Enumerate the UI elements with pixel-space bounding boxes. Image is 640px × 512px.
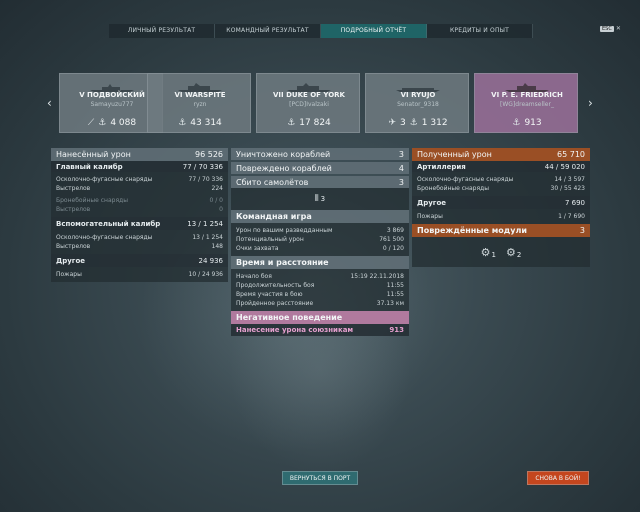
list-item: Бронебойные снаряды 0 / 0 bbox=[51, 196, 228, 205]
other-damage-label: Другое bbox=[56, 256, 86, 265]
damage-received-total: 65 710 bbox=[557, 150, 585, 159]
next-ship-arrow-icon[interactable]: › bbox=[588, 96, 593, 110]
list-item: Выстрелов 224 bbox=[51, 184, 228, 193]
module-count: 1 bbox=[491, 250, 496, 259]
damage-icon: ⚓ bbox=[512, 118, 521, 128]
damage-icon: ⚓ bbox=[287, 118, 296, 128]
list-item: Пожары 1 / 7 690 bbox=[412, 212, 590, 221]
damage-dealt-panel: Нанесённый урон 96 526 Главный калибр 77… bbox=[51, 148, 228, 282]
team-damage-value: 913 bbox=[389, 326, 404, 334]
kill-ribbon-count: 3 bbox=[320, 195, 326, 203]
list-item: Время участия в бою 11:55 bbox=[231, 290, 409, 299]
damage-icon: ⚓ bbox=[178, 118, 187, 128]
artillery-value: 44 / 59 020 bbox=[544, 162, 585, 171]
damage-dealt-title: Нанесённый урон bbox=[56, 150, 131, 159]
artillery-label: Артиллерия bbox=[417, 162, 466, 171]
module-count: 2 bbox=[516, 250, 522, 259]
close-icon: ✕ bbox=[615, 25, 621, 32]
list-item: Выстрелов 148 bbox=[51, 242, 228, 251]
top-tabs: ЛИЧНЫЙ РЕЗУЛЬТАТ КОМАНДНЫЙ РЕЗУЛЬТАТ ПОД… bbox=[109, 24, 533, 38]
battle-again-button[interactable]: СНОВА В БОЙ! bbox=[527, 471, 589, 485]
ship-damage-value: 4 088 bbox=[110, 118, 137, 128]
damage-received-title: Полученный урон bbox=[417, 150, 492, 159]
list-item: Бронебойные снаряды 30 / 55 423 bbox=[412, 184, 590, 193]
plane-icon: ✈ bbox=[388, 118, 396, 128]
player-name: Senator_9318 bbox=[397, 101, 439, 108]
list-item: Пожары 10 / 24 936 bbox=[51, 270, 228, 279]
list-item: Продолжительность боя 11:55 bbox=[231, 281, 409, 290]
list-item: Уничтожено кораблей 3 bbox=[231, 148, 409, 160]
ship-card[interactable]: VI WARSPITE ryzn ⚓ 43 314 bbox=[147, 73, 251, 133]
ship-damage-value: 43 314 bbox=[190, 118, 222, 128]
damaged-modules-count: 3 bbox=[579, 226, 585, 235]
ship-damage-value: 913 bbox=[524, 118, 542, 128]
kill-ribbon-icon: ⫴ bbox=[314, 194, 319, 204]
ship-name: VII DUKE OF YORK bbox=[273, 91, 345, 99]
torpedo-icon: ⟋ bbox=[87, 118, 95, 128]
secondary-battery-label: Вспомогательный калибр bbox=[56, 219, 161, 228]
return-to-port-button[interactable]: ВЕРНУТЬСЯ В ПОРТ bbox=[282, 471, 358, 485]
tab-personal-result[interactable]: ЛИЧНЫЙ РЕЗУЛЬТАТ bbox=[109, 24, 215, 38]
damage-icon: ⚓ bbox=[409, 118, 418, 128]
ship-name: VI RYUJO bbox=[400, 91, 436, 99]
prev-ship-arrow-icon[interactable]: ‹ bbox=[47, 96, 52, 110]
tab-team-result[interactable]: КОМАНДНЫЙ РЕЗУЛЬТАТ bbox=[215, 24, 321, 38]
player-name: [PCD]Ivalzaki bbox=[289, 101, 329, 108]
ship-name: VI P. E. FRIEDRICH bbox=[491, 91, 563, 99]
tab-detailed-report[interactable]: ПОДРОБНЫЙ ОТЧЁТ bbox=[321, 24, 427, 38]
damage-dealt-total: 96 526 bbox=[195, 150, 223, 159]
list-item: Повреждено кораблей 4 bbox=[231, 162, 409, 174]
secondary-battery-value: 13 / 1 254 bbox=[187, 219, 223, 228]
ship-cards: V ПОДВОЙСКИЙ Samayuzu777 ⟋ ⚓ 4 088 VI WA… bbox=[59, 73, 581, 133]
ship-damage-value: 1 312 bbox=[421, 118, 448, 128]
ship-card[interactable]: VII DUKE OF YORK [PCD]Ivalzaki ⚓ 17 824 bbox=[256, 73, 360, 133]
negative-behavior-title: Негативное поведение bbox=[236, 313, 343, 322]
ship-damage-value: 17 824 bbox=[299, 118, 331, 128]
list-item: Начало боя 15:19 22.11.2018 bbox=[231, 272, 409, 281]
esc-key: ESC bbox=[600, 25, 614, 32]
time-distance-title: Время и расстояние bbox=[236, 258, 329, 267]
received-other-label: Другое bbox=[417, 198, 447, 207]
list-item: Пройденное расстояние 37.13 км bbox=[231, 299, 409, 308]
damaged-modules-title: Повреждённые модули bbox=[417, 226, 527, 235]
list-item: Осколочно-фугасные снаряды 77 / 70 336 bbox=[51, 175, 228, 184]
main-battery-label: Главный калибр bbox=[56, 162, 123, 171]
list-item: Осколочно-фугасные снаряды 13 / 1 254 bbox=[51, 233, 228, 242]
gun-module-icon: ⚙ bbox=[480, 245, 491, 259]
damage-received-panel: Полученный урон 65 710 Артиллерия 44 / 5… bbox=[412, 148, 590, 267]
list-item: Урон по вашим разведданным 3 869 bbox=[231, 226, 409, 235]
list-item: Очки захвата 0 / 120 bbox=[231, 244, 409, 253]
planes-count: 3 bbox=[399, 118, 406, 128]
combat-summary-panel: Уничтожено кораблей 3 Повреждено кораблей… bbox=[231, 148, 409, 336]
list-item: Сбито самолётов 3 bbox=[231, 176, 409, 188]
other-damage-value: 24 936 bbox=[198, 256, 224, 265]
list-item: Выстрелов 0 bbox=[51, 205, 228, 214]
team-damage-label: Нанесение урона союзникам bbox=[236, 326, 354, 334]
ship-card[interactable]: VI RYUJO Senator_9318 ✈ 3 ⚓ 1 312 bbox=[365, 73, 469, 133]
received-other-value: 7 690 bbox=[564, 198, 585, 207]
list-item: Осколочно-фугасные снаряды 14 / 3 597 bbox=[412, 175, 590, 184]
main-battery-value: 77 / 70 336 bbox=[182, 162, 223, 171]
ship-card-team-damage[interactable]: VI P. E. FRIEDRICH [WG]dreamseller_ ⚓ 91… bbox=[474, 73, 578, 133]
esc-close[interactable]: ESC ✕ bbox=[600, 25, 621, 32]
tab-credits-exp[interactable]: КРЕДИТЫ И ОПЫТ bbox=[427, 24, 533, 38]
team-play-title: Командная игра bbox=[236, 212, 312, 221]
ship-name: VI WARSPITE bbox=[174, 91, 226, 99]
engine-module-icon: ⚙ bbox=[506, 245, 516, 259]
player-name: [WG]dreamseller_ bbox=[500, 101, 554, 108]
damage-icon: ⚓ bbox=[98, 118, 107, 128]
list-item: Потенциальный урон 761 500 bbox=[231, 235, 409, 244]
player-name: ryzn bbox=[193, 101, 207, 108]
